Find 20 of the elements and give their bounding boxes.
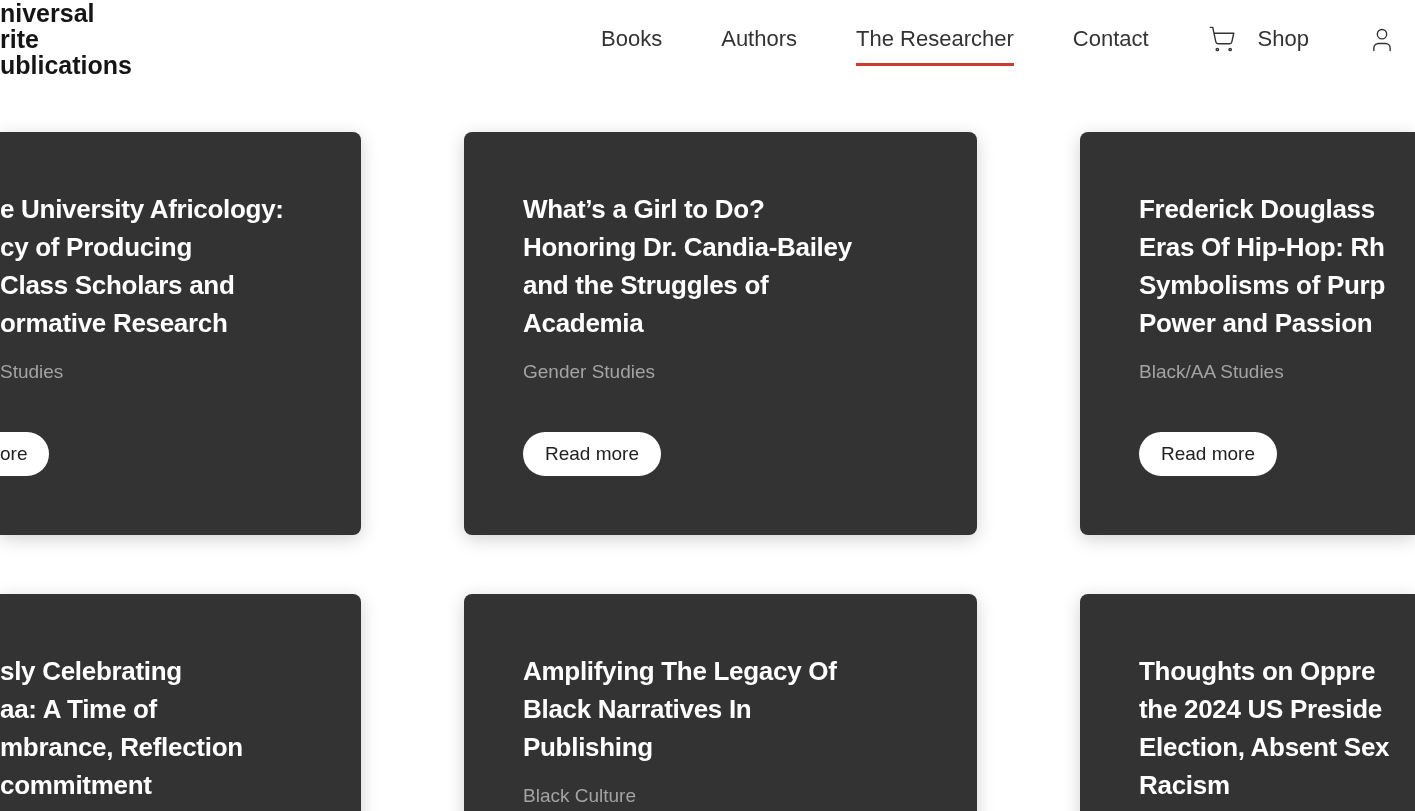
nav-link[interactable]: Authors [721, 25, 798, 66]
nav-link[interactable]: Books [601, 25, 663, 66]
shop-link[interactable]: Shop [1207, 25, 1309, 66]
card-category: Studies [0, 362, 64, 382]
read-more-button[interactable]: ore [0, 432, 50, 476]
nav-link[interactable]: Contact [1072, 25, 1149, 66]
card-category: Black/AA Studies [1139, 362, 1284, 382]
card-title: Thoughts on Oppre the 2024 US Preside Election, Absent Sex Racism [1139, 655, 1390, 802]
card-title: e University Africology: cy of Producing Class Scholars and ormative Research [0, 193, 284, 340]
read-more-button[interactable]: Read more [523, 432, 661, 476]
card-title: sly Celebrating aa: A Time of mbrance, Reflection commitment [0, 655, 243, 802]
card-title: Frederick Douglass Eras Of Hip-Hop: Rh Symbolisms of Purp Power and Passion [1139, 193, 1385, 340]
read-more-button[interactable]: Read more [1139, 432, 1277, 476]
card-title: What’s a Girl to Do? Honoring Dr. Candia-Bailey and the Struggles of Academia [523, 193, 852, 340]
card-title: Amplifying The Legacy Of Black Narratives In Publishing [523, 655, 837, 764]
card-category: Gender Studies [523, 362, 656, 382]
cart-icon [1207, 25, 1236, 53]
logo-text[interactable]: niversal rite ublications [0, 0, 132, 78]
card-category: Black Culture [523, 786, 636, 806]
nav-link[interactable]: The Researcher [856, 25, 1014, 66]
